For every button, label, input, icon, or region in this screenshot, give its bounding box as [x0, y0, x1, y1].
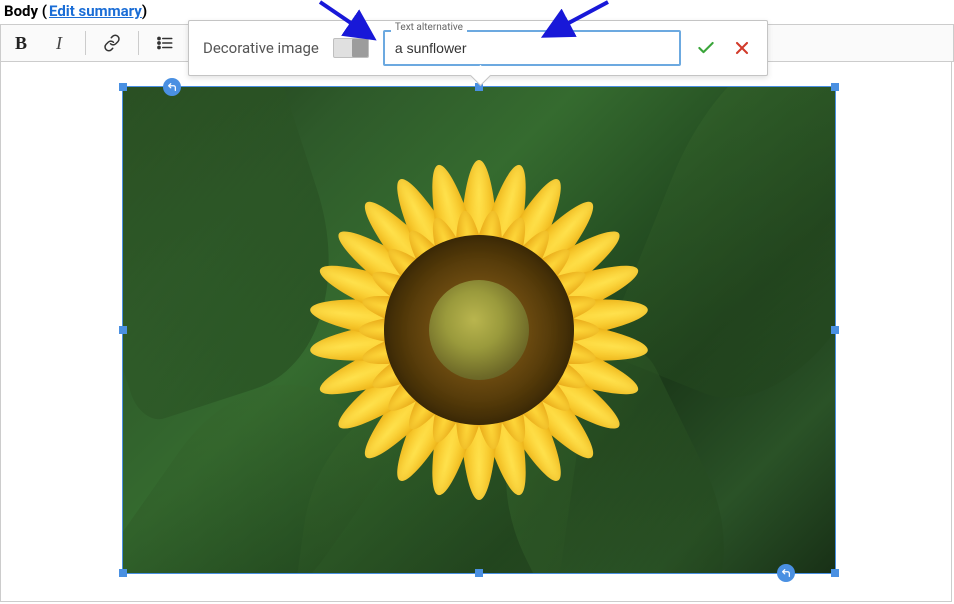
confirm-button[interactable]	[695, 37, 717, 59]
bold-icon: B	[15, 33, 27, 54]
resize-handle-bottom-left[interactable]	[119, 569, 127, 577]
link-button[interactable]	[98, 29, 126, 57]
image-selection-frame[interactable]	[122, 86, 836, 574]
insert-paragraph-before-button[interactable]	[163, 78, 181, 96]
annotation-arrow-right	[528, 0, 618, 42]
annotation-arrow-left	[310, 0, 400, 44]
resize-handle-bottom-middle[interactable]	[475, 569, 483, 577]
bullet-list-icon	[156, 34, 174, 52]
toolbar-divider	[85, 31, 86, 55]
image-alt-popup: Decorative image Text alternative	[188, 20, 768, 76]
resize-handle-middle-right[interactable]	[831, 326, 839, 334]
decorative-image-label: Decorative image	[203, 39, 319, 57]
alt-text-legend: Text alternative	[391, 22, 467, 33]
selected-image[interactable]	[123, 87, 835, 573]
return-arrow-icon	[781, 568, 791, 578]
resize-handle-bottom-right[interactable]	[831, 569, 839, 577]
cancel-button[interactable]	[731, 37, 753, 59]
insert-paragraph-after-button[interactable]	[777, 564, 795, 582]
italic-icon: I	[56, 33, 62, 54]
resize-handle-top-left[interactable]	[119, 83, 127, 91]
bullet-list-button[interactable]	[151, 29, 179, 57]
italic-button[interactable]: I	[45, 29, 73, 57]
toolbar-divider	[138, 31, 139, 55]
bold-button[interactable]: B	[7, 29, 35, 57]
check-icon	[696, 38, 716, 58]
editor-content-area[interactable]	[0, 62, 952, 602]
return-arrow-icon	[167, 82, 177, 92]
resize-handle-top-right[interactable]	[831, 83, 839, 91]
link-icon	[103, 34, 121, 52]
edit-summary-link[interactable]: Edit summary	[49, 2, 142, 20]
resize-handle-middle-left[interactable]	[119, 326, 127, 334]
body-label: Body	[4, 2, 38, 20]
close-icon	[732, 38, 752, 58]
